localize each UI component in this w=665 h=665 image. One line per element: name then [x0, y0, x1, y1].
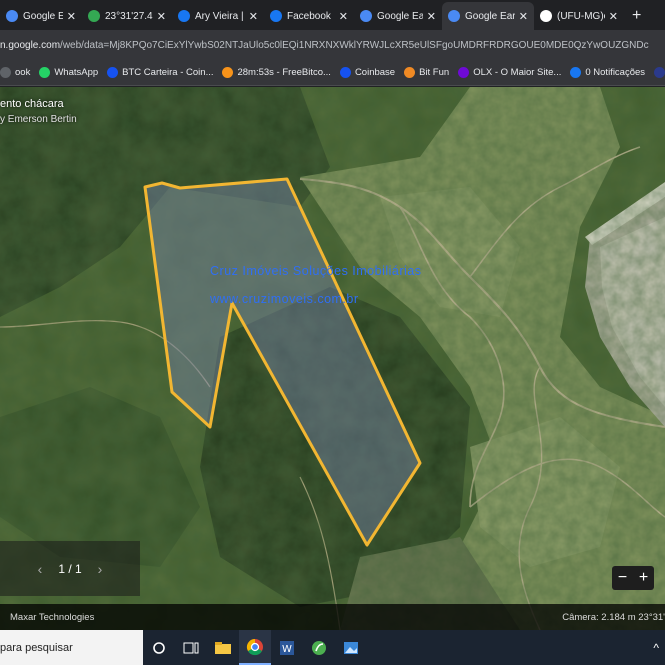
- tab-label: (UFU-MG)o m: [557, 10, 605, 22]
- olx-icon: [458, 67, 470, 78]
- tab-label: Google Earth: [465, 10, 515, 22]
- coinbase-icon: [339, 67, 351, 78]
- bookmark-label: WhatsApp: [54, 67, 99, 78]
- bookmark-item[interactable]: Coinbase: [339, 67, 396, 78]
- close-icon[interactable]: ✕: [519, 10, 528, 23]
- facebook-icon: [178, 10, 190, 22]
- doc-icon: [540, 10, 552, 22]
- new-tab-button[interactable]: +: [624, 2, 649, 30]
- tab-2[interactable]: 23°31'27.4"S 4 ✕: [82, 2, 172, 30]
- tab-7[interactable]: (UFU-MG)o m ✕: [534, 2, 624, 30]
- show-hidden-icons-chevron-icon[interactable]: ^: [653, 641, 665, 655]
- zoom-out-button[interactable]: −: [618, 569, 627, 587]
- tab-label: Facebook: [287, 10, 331, 22]
- tab-label: 23°31'27.4"S 4: [105, 10, 153, 22]
- bookmark-item[interactable]: 0 Notificações: [570, 67, 645, 78]
- whatsapp-icon: [39, 67, 51, 78]
- next-arrow-icon[interactable]: ›: [98, 561, 103, 577]
- camera-readout: Câmera: 2.184 m 23°31': [562, 611, 665, 623]
- tab-label: Google Earth: [377, 10, 423, 22]
- bookmark-label: Bit Fun: [419, 67, 450, 78]
- green-app-icon[interactable]: [303, 630, 335, 665]
- close-icon[interactable]: ✕: [427, 10, 436, 23]
- facebook-icon: [570, 67, 582, 78]
- word-icon[interactable]: W: [271, 630, 303, 665]
- close-icon[interactable]: ✕: [67, 10, 76, 23]
- task-view-icon[interactable]: [175, 630, 207, 665]
- url-text[interactable]: n.google.com/web/data=Mj8KPQo7CiExYlYwbS…: [0, 40, 665, 51]
- google-earth-icon: [6, 10, 18, 22]
- close-icon[interactable]: ✕: [249, 10, 258, 23]
- bookmark-item[interactable]: WhatsApp: [39, 67, 98, 78]
- bookmark-item[interactable]: Bit Fun: [404, 67, 449, 78]
- place-card: ento chácara y Emerson Bertin: [0, 96, 77, 128]
- tab-4[interactable]: Facebook ✕: [264, 2, 354, 30]
- tab-3[interactable]: Ary Vieira | Fac ✕: [172, 2, 264, 30]
- tab-label: Ary Vieira | Fac: [195, 10, 245, 22]
- close-icon[interactable]: ✕: [157, 10, 166, 23]
- watermark-url: www.cruzimoveis.com.br: [210, 292, 359, 306]
- file-explorer-icon[interactable]: [207, 630, 239, 665]
- google-earth-icon: [360, 10, 372, 22]
- prev-arrow-icon[interactable]: ‹: [38, 561, 43, 577]
- place-author: y Emerson Bertin: [0, 114, 77, 125]
- google-earth-icon: [448, 10, 460, 22]
- taskbar-search-input[interactable]: para pesquisar: [0, 630, 143, 665]
- chrome-icon[interactable]: [239, 630, 271, 665]
- bitcoin-icon: [222, 67, 234, 78]
- bookmark-item[interactable]: 28m:53s - FreeBitco...: [222, 67, 331, 78]
- photos-icon[interactable]: [335, 630, 367, 665]
- tab-5[interactable]: Google Earth ✕: [354, 2, 442, 30]
- bookmark-item[interactable]: BTC Carteira - Coin...: [107, 67, 213, 78]
- bookmark-label: Coinbase: [354, 67, 396, 78]
- svg-text:W: W: [282, 644, 292, 655]
- bookmark-item[interactable]: OLX - O Maior Site...: [458, 67, 561, 78]
- close-icon[interactable]: ✕: [609, 10, 618, 23]
- bookmark-icon: [0, 67, 11, 78]
- bookmark-label: OLX - O Maior Site...: [473, 67, 562, 78]
- close-icon[interactable]: ✕: [339, 10, 348, 23]
- bookmark-label: 28m:53s - FreeBitco...: [237, 67, 331, 78]
- bookmark-item[interactable]: Edifique Empreendi...: [654, 67, 665, 78]
- bitfun-icon: [404, 67, 416, 78]
- image-pager: ‹ 1 / 1 ›: [0, 541, 140, 596]
- bookmark-label: 0 Notificações: [585, 67, 646, 78]
- tab-label: Google Earth: [23, 10, 63, 22]
- imagery-attribution: Maxar Technologies: [10, 611, 95, 623]
- windows-taskbar: para pesquisar W ^: [0, 630, 665, 665]
- pager-count: 1 / 1: [58, 561, 82, 576]
- tab-1[interactable]: Google Earth ✕: [0, 2, 82, 30]
- tab-6[interactable]: Google Earth ✕: [442, 2, 534, 30]
- watermark-company: Cruz Imóveis Soluções Imobiliárias: [210, 264, 422, 278]
- maps-pin-icon: [88, 10, 100, 22]
- edifique-icon: [654, 67, 665, 78]
- zoom-in-button[interactable]: +: [639, 569, 648, 587]
- bookmark-label: BTC Carteira - Coin...: [122, 67, 214, 78]
- tab-bar: Google Earth✕23°31'27.4"S 4✕Ary Vieira |…: [0, 0, 665, 30]
- address-bar[interactable]: n.google.com/web/data=Mj8KPQo7CiExYlYwbS…: [0, 30, 665, 60]
- cortana-circle-icon[interactable]: [143, 630, 175, 665]
- bookmarks-bar: ook WhatsApp BTC Carteira - Coin... 28m:53s…: [0, 60, 665, 86]
- map-footer: Maxar Technologies Câmera: 2.184 m 23°31…: [0, 604, 665, 630]
- zoom-control: − +: [612, 566, 654, 590]
- place-title: ento chácara: [0, 98, 64, 110]
- bookmark-label: ook: [15, 67, 31, 78]
- coinbase-icon: [107, 67, 119, 78]
- facebook-icon: [270, 10, 282, 22]
- bookmark-item[interactable]: ook: [0, 67, 30, 78]
